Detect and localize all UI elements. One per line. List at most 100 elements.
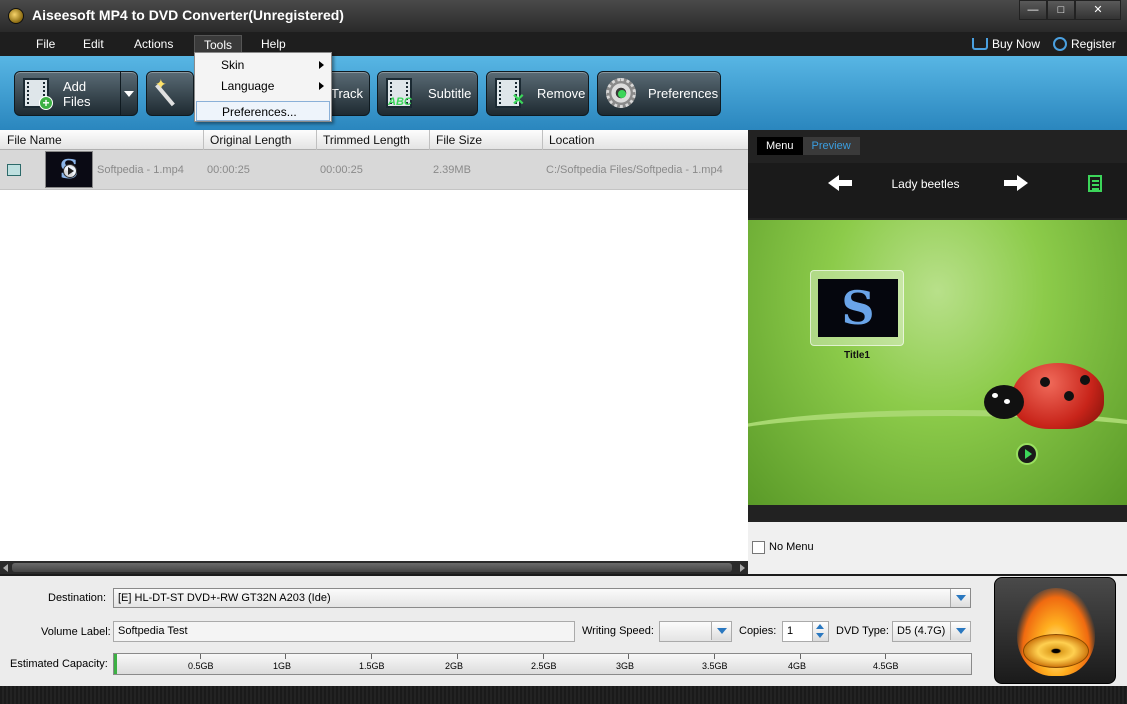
disc-icon [1023,634,1089,668]
writing-speed-select[interactable] [659,621,732,642]
remove-video-icon: ✕ [495,77,529,110]
capacity-tick-label: 0.5GB [188,661,214,671]
menu-item-preferences[interactable]: Preferences... [196,101,330,121]
volume-label-input[interactable]: Softpedia Test [113,621,575,642]
magic-wand-icon [155,76,185,110]
capacity-tick-label: 2GB [445,661,464,671]
destination-label: Destination: [48,592,107,604]
remove-button[interactable]: ✕ Remove [486,71,589,116]
capacity-tick [714,654,715,659]
cell-location: C:/Softpedia Files/Softpedia - 1.mp4 [546,164,723,176]
copies-stepper[interactable]: 1 [782,621,829,642]
no-menu-checkbox[interactable] [752,541,765,554]
edit-menu-icon[interactable] [1088,175,1102,192]
capacity-tick-label: 1GB [273,661,292,671]
subtitle-icon: ABC [386,77,420,110]
key-icon [1053,37,1067,51]
destination-select[interactable]: [E] HL-DT-ST DVD+-RW GT32N A203 (Ide) [113,588,971,608]
preferences-button[interactable]: Preferences [597,71,721,116]
column-location[interactable]: Location [549,133,594,147]
add-files-button[interactable]: + Add Files [14,71,138,116]
column-trimmed-length[interactable]: Trimmed Length [323,133,410,147]
cell-file-name: Softpedia - 1.mp4 [97,164,184,176]
menu-preview-area: S Title1 [748,220,1127,505]
preferences-label: Preferences [648,86,719,101]
chevron-down-icon[interactable] [950,589,970,607]
title-thumbnail-image: S [818,279,898,337]
file-list: File Name Original Length Trimmed Length… [0,130,748,562]
title-label: Title1 [844,350,870,361]
buy-now-label: Buy Now [992,37,1041,51]
menu-tabs: Menu Preview [757,137,860,155]
remove-label: Remove [537,86,586,101]
tools-dropdown-menu: Skin Language Preferences... [194,52,332,122]
capacity-tick-label: 4.5GB [873,661,899,671]
previous-template-arrow-icon[interactable] [828,175,856,191]
capacity-tick [885,654,886,659]
maximize-button[interactable]: □ [1047,0,1075,20]
capacity-tick [543,654,544,659]
register-label: Register [1071,37,1116,51]
play-icon[interactable] [63,164,77,178]
scrollbar-thumb[interactable] [12,563,732,572]
horizontal-scrollbar[interactable] [0,561,748,574]
menu-file[interactable]: File [30,37,61,51]
dvd-type-value: D5 (4.7G) [897,625,946,637]
dvd-menu-panel: Menu Preview Lady beetles S Title1 No Me… [748,130,1127,574]
column-original-length[interactable]: Original Length [210,133,291,147]
file-list-header: File Name Original Length Trimmed Length… [0,130,748,150]
output-settings-panel: Destination: [E] HL-DT-ST DVD+-RW GT32N … [0,576,1127,686]
capacity-tick [200,654,201,659]
play-menu-icon[interactable] [1016,443,1038,465]
subtitle-label: Subtitle [428,86,472,101]
capacity-tick-label: 3GB [616,661,635,671]
close-button[interactable]: ✕ [1075,0,1121,20]
add-video-icon: + [23,77,55,110]
menu-edit[interactable]: Edit [77,37,110,51]
add-files-dropdown-arrow[interactable] [120,72,137,115]
tab-preview[interactable]: Preview [802,137,860,155]
video-thumbnail[interactable]: S [45,151,93,188]
buy-now-link[interactable]: Buy Now [972,37,1040,51]
title-bar: Aiseesoft MP4 to DVD Converter(Unregiste… [0,0,1127,32]
dvd-type-label: DVD Type: [836,625,889,637]
cell-file-size: 2.39MB [433,164,471,176]
capacity-tick [628,654,629,659]
copies-label: Copies: [739,625,777,637]
burn-button[interactable] [994,577,1116,684]
menu-actions[interactable]: Actions [128,37,179,51]
minimize-button[interactable]: — [1019,0,1047,20]
capacity-tick [285,654,286,659]
volume-label-label: Volume Label: [41,626,111,638]
table-row[interactable]: S Softpedia - 1.mp4 00:00:25 00:00:25 2.… [0,150,748,190]
chevron-down-icon[interactable] [950,622,970,640]
scroll-right-arrow-icon[interactable] [740,564,745,572]
capacity-tick-label: 4GB [788,661,807,671]
tab-menu[interactable]: Menu [757,137,803,155]
file-select-icon[interactable] [7,164,21,176]
title-thumbnail-card[interactable]: S [810,270,904,346]
template-name: Lady beetles [891,177,960,191]
column-file-name[interactable]: File Name [7,133,62,147]
menu-help[interactable]: Help [255,37,292,51]
menu-item-language[interactable]: Language [196,76,330,96]
add-files-label: Add Files [63,78,91,109]
edit-effects-button[interactable] [146,71,194,116]
chevron-down-icon[interactable] [711,622,731,640]
dvd-type-select[interactable]: D5 (4.7G) [892,621,971,642]
window-controls: — □ ✕ [1019,0,1121,20]
cart-icon [972,38,988,50]
spin-arrows-icon[interactable] [812,622,828,641]
window-title: Aiseesoft MP4 to DVD Converter(Unregiste… [32,7,344,23]
estimated-capacity-label: Estimated Capacity: [10,658,108,670]
destination-value: [E] HL-DT-ST DVD+-RW GT32N A203 (Ide) [118,592,331,604]
status-bar [0,686,1127,704]
menu-item-skin[interactable]: Skin [196,55,330,75]
register-link[interactable]: Register [1053,37,1116,51]
ladybug-image [984,363,1104,438]
next-template-arrow-icon[interactable] [1000,175,1028,191]
subtitle-button[interactable]: ABC Subtitle [377,71,478,116]
scroll-left-arrow-icon[interactable] [3,564,8,572]
column-file-size[interactable]: File Size [436,133,482,147]
writing-speed-label: Writing Speed: [582,625,654,637]
